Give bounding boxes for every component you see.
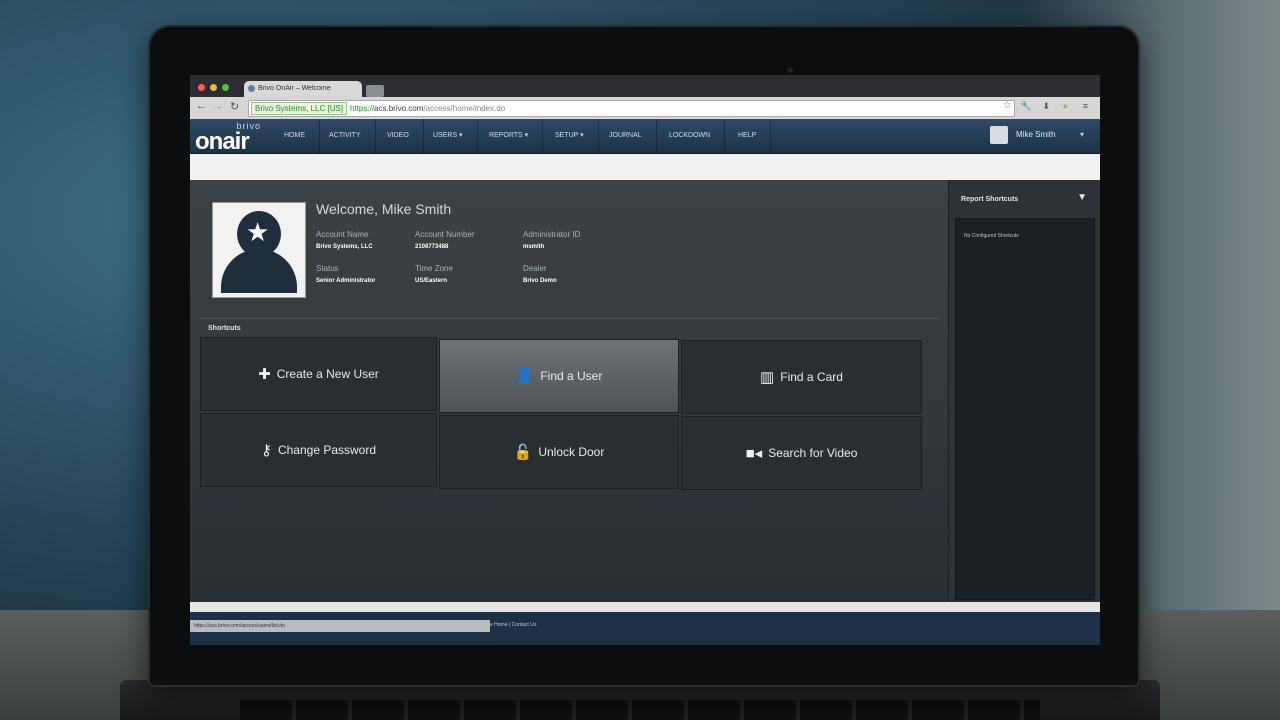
dealer-label: Dealer <box>523 264 547 273</box>
empty-shortcuts-text: No Configured Shortcuts <box>964 233 1019 239</box>
footer-links[interactable]: e Home | Contact Us <box>490 622 536 628</box>
search-video-tile[interactable]: ■◂ Search for Video <box>681 416 922 490</box>
nav-activity[interactable]: ACTIVITY <box>315 119 376 153</box>
tile-label: Search for Video <box>768 446 858 460</box>
user-name: Mike Smith <box>1016 130 1056 139</box>
footer-divider <box>190 602 1100 612</box>
reload-icon[interactable]: ↻ <box>230 100 239 113</box>
report-shortcuts-heading: Report Shortcuts <box>961 196 1019 203</box>
find-user-tile[interactable]: 👤 Find a User <box>439 339 679 413</box>
tile-label: Create a New User <box>276 367 379 381</box>
account-number-value: 2108773488 <box>415 244 449 250</box>
url-scheme: https:// <box>350 104 375 113</box>
url-host: acs.brivo.com <box>374 104 424 113</box>
create-user-tile[interactable]: ✚ Create a New User <box>200 337 437 411</box>
timezone-value: US/Eastern <box>415 278 448 284</box>
user-avatar-icon <box>990 126 1008 144</box>
account-number-label: Account Number <box>415 230 475 239</box>
tile-label: Find a User <box>540 369 603 383</box>
report-shortcuts-panel: Report Shortcuts ▼ No Configured Shortcu… <box>948 180 1100 602</box>
profile-photo: ★ <box>212 202 306 298</box>
laptop-keyboard <box>240 700 1040 720</box>
report-shortcuts-list: No Configured Shortcuts <box>955 218 1095 600</box>
welcome-heading: Welcome, Mike Smith <box>316 201 452 217</box>
nav-video[interactable]: VIDEO <box>373 119 424 153</box>
change-password-tile[interactable]: ⚷ Change Password <box>200 413 437 487</box>
nav-reports[interactable]: REPORTS ▾ <box>475 119 544 153</box>
timezone-label: Time Zone <box>415 264 453 273</box>
tile-label: Change Password <box>277 443 377 457</box>
admin-id-value: msmith <box>523 244 545 250</box>
extension-icon[interactable]: ● <box>1063 101 1068 111</box>
new-tab-button[interactable] <box>366 85 384 97</box>
star-icon: ★ <box>246 217 270 247</box>
tab-title: Brivo OnAir – Welcome <box>258 85 331 92</box>
account-name-value: Brivo Systems, LLC <box>316 244 373 250</box>
section-divider <box>200 318 940 319</box>
tile-label: Unlock Door <box>538 445 605 459</box>
chevron-down-icon: ▾ <box>1080 130 1085 139</box>
logo-product-text: onair <box>195 128 250 155</box>
nav-journal[interactable]: JOURNAL <box>595 119 657 153</box>
browser-tab[interactable]: Brivo OnAir – Welcome <box>244 81 362 97</box>
dealer-value: Brivo Demo <box>523 278 557 284</box>
shortcuts-heading: Shortcuts <box>208 325 241 332</box>
browser-status-url: https://acs.brivo.com/access/users/list.… <box>190 620 490 632</box>
video-camera-icon: ■◂ <box>745 445 763 462</box>
nav-users[interactable]: USERS ▾ <box>419 119 478 153</box>
status-label: Status <box>316 264 339 273</box>
address-bar[interactable]: Brivo Systems, LLC [US] https://acs.brivo… <box>248 100 1015 117</box>
laptop-screen: Brivo OnAir – Welcome ← → ↻ Brivo System… <box>190 75 1100 645</box>
brivo-onair-logo[interactable]: brivo onair <box>195 121 267 155</box>
unlock-door-tile[interactable]: 🔓 Unlock Door <box>439 415 679 489</box>
card-icon: ▥ <box>760 369 775 386</box>
find-card-tile[interactable]: ▥ Find a Card <box>681 340 922 414</box>
tile-label: Find a Card <box>780 370 843 384</box>
nav-lockdown[interactable]: LOCKDOWN <box>655 119 726 153</box>
favicon-icon <box>248 85 255 92</box>
user-icon: 👤 <box>515 368 535 385</box>
nav-home[interactable]: HOME <box>270 119 320 153</box>
admin-id-label: Administrator ID <box>523 230 581 239</box>
close-window-button[interactable] <box>198 84 205 91</box>
status-value: Senior Administrator <box>316 278 376 284</box>
key-icon: ⚷ <box>260 442 272 459</box>
webcam <box>787 67 793 73</box>
filter-icon[interactable]: ▼ <box>1077 192 1087 203</box>
url-path: /access/home/index.do <box>423 104 506 113</box>
app-navbar: brivo onair HOME ACTIVITY VIDEO USERS ▾ … <box>190 119 1100 155</box>
browser-toolbar: ← → ↻ Brivo Systems, LLC [US] https://acs… <box>190 97 1100 120</box>
subheader-bar <box>190 154 1100 180</box>
menu-icon[interactable]: ≡ <box>1083 101 1088 111</box>
user-menu[interactable]: Mike Smith ▾ <box>990 124 1090 148</box>
secure-identity-badge[interactable]: Brivo Systems, LLC [US] <box>251 102 348 115</box>
forward-arrow-icon[interactable]: → <box>212 100 223 112</box>
bookmark-star-icon[interactable]: ☆ <box>1003 100 1012 111</box>
unlock-icon: 🔓 <box>513 444 533 461</box>
plus-icon: ✚ <box>258 366 271 383</box>
main-content: ★ Welcome, Mike Smith Account Name Brivo… <box>190 180 948 602</box>
nav-help[interactable]: HELP <box>724 119 772 153</box>
nav-setup[interactable]: SETUP ▾ <box>541 119 599 153</box>
minimize-window-button[interactable] <box>210 84 217 91</box>
back-arrow-icon[interactable]: ← <box>196 100 207 112</box>
browser-tab-strip: Brivo OnAir – Welcome <box>190 75 1100 97</box>
account-name-label: Account Name <box>316 230 369 239</box>
maximize-window-button[interactable] <box>222 84 229 91</box>
download-icon[interactable]: ⬇ <box>1042 101 1050 112</box>
wrench-icon[interactable]: 🔧 <box>1021 101 1032 112</box>
